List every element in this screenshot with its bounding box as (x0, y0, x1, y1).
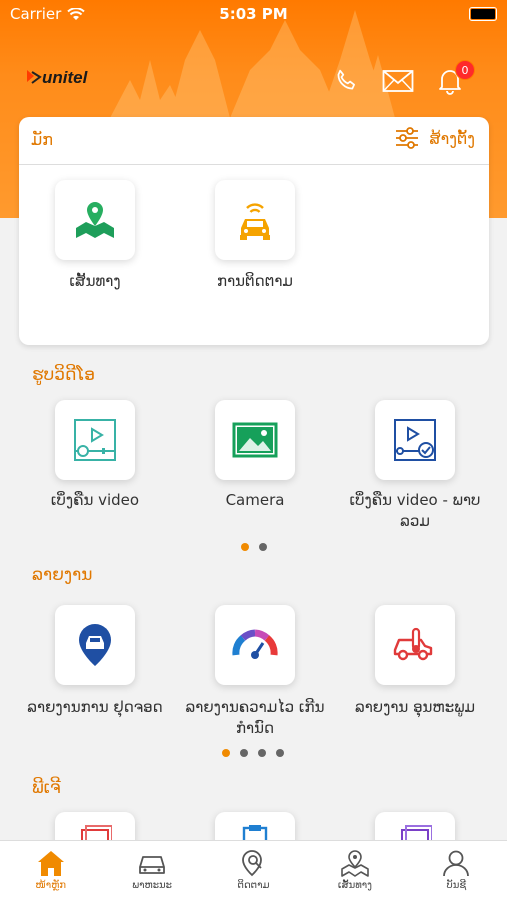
tab-route[interactable]: ເສັ້ນທາງ (304, 841, 405, 900)
camera-label: Camera (225, 491, 285, 509)
speed-report-label: ລາຍງານຄວາມໄວ ເກີນກຳນົດ (185, 698, 325, 737)
video-playback-icon (74, 419, 116, 461)
route-map-icon (341, 850, 369, 877)
route-tile-label: ເສັ້ນທາງ (69, 272, 121, 290)
favorites-header: ມັກ ສ້າງຕັ້ງ (19, 117, 489, 165)
tracking-tile[interactable] (215, 180, 295, 260)
logo-text: unitel (42, 68, 88, 87)
tab-vehicle-label: ພາຫະນະ (132, 880, 172, 891)
tab-vehicle[interactable]: ພາຫະນະ (101, 841, 202, 900)
report-pager[interactable] (222, 749, 284, 757)
camera-tile[interactable] (215, 400, 295, 480)
tracking-car-icon (240, 203, 270, 240)
home-icon (37, 851, 64, 876)
tab-track-label: ຕິດຕາມ (237, 880, 270, 891)
pager-dot[interactable] (222, 749, 230, 757)
pager-dot[interactable] (240, 749, 248, 757)
fee-section-title: ພີເຈີ (32, 778, 61, 798)
tab-home[interactable]: ໜ້າຫຼັກ (0, 841, 101, 900)
parking-report-label: ລາຍງານການ ຢຸດຈອດ (27, 698, 163, 716)
pager-dot[interactable] (259, 543, 267, 551)
pager-dot[interactable] (258, 749, 266, 757)
parking-report-tile[interactable] (55, 605, 135, 685)
parking-report-icon (79, 624, 111, 666)
notification-button[interactable]: 0 (433, 60, 475, 96)
report-section-title: ລາຍງານ (32, 565, 93, 585)
settings-label: ສ້າງຕັ້ງ (429, 128, 475, 148)
logo-mark-icon (27, 70, 42, 84)
temperature-report-label: ລາຍງານ ອຸນຫະພູມ (354, 698, 476, 716)
clock: 5:03 PM (219, 5, 288, 23)
tab-route-label: ເສັ້ນທາງ (337, 880, 372, 891)
map-pin-icon (76, 202, 114, 238)
phone-icon (337, 69, 355, 90)
video-section-title: ຮູບວິດີໂອ (32, 365, 95, 385)
vehicle-icon (139, 856, 166, 874)
speed-gauge-icon (232, 629, 278, 659)
tracking-tile-label: ການຕິດຕາມ (217, 272, 293, 290)
video-overview-icon (394, 419, 436, 461)
account-icon (443, 850, 470, 877)
tab-account[interactable]: ບັນຊີ (406, 841, 507, 900)
video-overview-tile[interactable] (375, 400, 455, 480)
temperature-report-tile[interactable] (375, 605, 455, 685)
video-playback-label: ເບິ່ງຄືນ video (50, 491, 140, 509)
video-overview-label: ເບິ່ງຄືນ video - ພາບລວມ (349, 491, 481, 530)
route-tile[interactable] (55, 180, 135, 260)
favorites-title: ມັກ (31, 130, 53, 149)
unitel-logo: unitel (26, 68, 87, 88)
speed-report-tile[interactable] (215, 605, 295, 685)
video-pager[interactable] (241, 543, 267, 551)
settings-button[interactable]: ສ້າງຕັ້ງ (395, 127, 475, 149)
camera-image-icon (232, 422, 278, 458)
sliders-icon (396, 127, 419, 149)
bottom-tab-bar: ໜ້າຫຼັກ ພາຫະນະ ຕິດຕາມ ເສັ້ນທາງ ບັນຊີ (0, 840, 507, 900)
tab-account-label: ບັນຊີ (446, 880, 467, 891)
track-search-icon (241, 850, 262, 877)
temperature-car-icon (393, 627, 433, 661)
video-playback-tile[interactable] (55, 400, 135, 480)
phone-button[interactable] (329, 66, 363, 96)
battery-icon (469, 7, 497, 21)
app-header: unitel 0 (0, 58, 507, 108)
pager-dot[interactable] (276, 749, 284, 757)
tab-track[interactable]: ຕິດຕາມ (203, 841, 304, 900)
notification-badge: 0 (455, 60, 475, 80)
mail-icon (382, 70, 414, 92)
tab-home-label: ໜ້າຫຼັກ (35, 880, 66, 891)
pager-dot[interactable] (241, 543, 249, 551)
status-bar: Carrier 5:03 PM (0, 0, 507, 28)
mail-button[interactable] (381, 66, 415, 96)
